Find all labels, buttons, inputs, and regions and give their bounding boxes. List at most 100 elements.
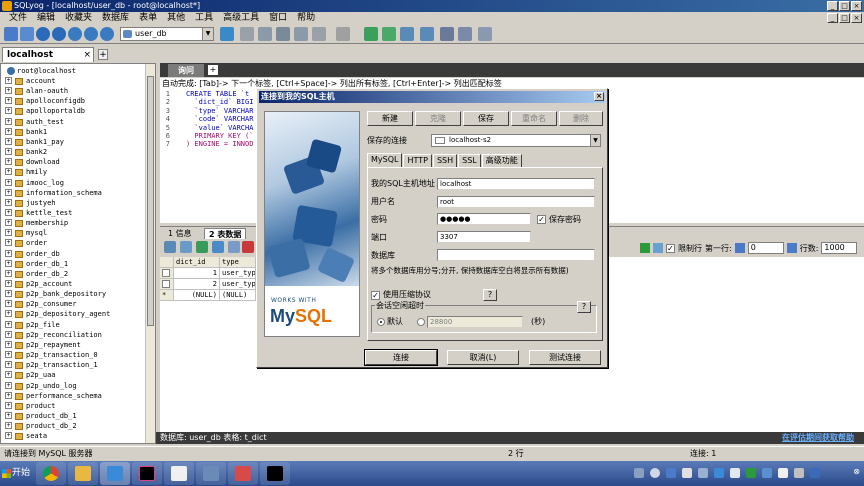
tray-shield-icon[interactable] [794,468,804,478]
test-connection-button[interactable]: 测试连接 [529,350,601,365]
limit-rows-checkbox[interactable]: ✓ [666,243,675,253]
chevron-down-icon[interactable]: ▼ [202,28,213,40]
menu-file[interactable]: 文件 [4,12,32,24]
database-input[interactable] [437,249,595,261]
port-input[interactable]: 3307 [437,231,531,243]
code-line[interactable]: `dict_id` BIGI [186,98,253,106]
row-selector[interactable]: * [160,290,174,301]
execute-all-icon[interactable] [52,27,66,41]
expand-icon[interactable]: + [5,198,12,206]
tab-query[interactable]: 询问 [168,64,204,77]
import-icon[interactable] [276,27,290,41]
tray-keyboard-icon[interactable] [634,468,644,478]
tray-power-icon[interactable]: ⊗ [853,467,860,476]
table-diagnostics-icon[interactable] [440,27,454,41]
tree-scrollbar[interactable] [145,64,155,443]
dialog-close-button[interactable]: × [594,92,604,101]
maximize-button[interactable]: □ [839,1,850,11]
expand-icon[interactable]: + [5,351,12,359]
expand-icon[interactable]: + [5,148,12,156]
code-line[interactable]: PRIMARY KEY (` [186,132,253,140]
connection-tab-localhost[interactable]: localhost × [2,47,94,62]
next-page-icon[interactable] [786,243,797,253]
expand-icon[interactable]: + [5,280,12,287]
new-connection-button[interactable]: 新建 [367,111,413,126]
tab-advanced[interactable]: 高级功能 [481,154,522,167]
rows-count-input[interactable]: 1000 [821,242,858,254]
tray-display-icon[interactable] [810,468,820,478]
close-tab-icon[interactable]: × [83,48,91,62]
previous-page-icon[interactable] [734,243,745,253]
copy-database-icon[interactable] [240,27,254,41]
data-sync-icon[interactable] [336,27,350,41]
menu-tools[interactable]: 工具 [190,12,218,24]
add-connection-tab-button[interactable]: + [98,49,108,60]
chevron-down-icon[interactable]: ▼ [590,135,600,146]
tray-update-icon[interactable] [666,468,676,478]
expand-icon[interactable]: + [5,259,12,267]
mdi-restore-button[interactable]: □ [839,13,850,23]
cell-type[interactable]: user_typ [220,268,256,279]
expand-icon[interactable]: + [5,411,12,419]
column-header-type[interactable]: type [220,257,256,268]
code-line[interactable]: `code` VARCHAR [186,115,253,123]
job-agent-icon[interactable] [420,27,434,41]
refresh-icon[interactable] [68,27,82,41]
menu-window[interactable]: 窗口 [264,12,292,24]
tray-settings-icon[interactable] [698,468,708,478]
password-input[interactable]: ●●●●● [437,213,531,225]
cancel-button[interactable]: 取消(L) [447,350,519,365]
username-input[interactable]: root [437,196,595,208]
notification-icon[interactable] [400,27,414,41]
save-password-checkbox[interactable]: ✓ [537,215,546,224]
query-builder-icon[interactable] [382,27,396,41]
timeout-default-radio[interactable] [377,318,385,326]
tray-wechat-icon[interactable] [746,468,756,478]
cell-dict-id[interactable]: (NULL) [174,290,220,301]
expand-icon[interactable]: + [5,290,12,298]
first-row-input[interactable]: 0 [747,242,784,254]
row-selector[interactable] [160,279,174,290]
add-query-tab-button[interactable]: + [208,65,218,75]
delete-connection-button[interactable]: 删除 [559,111,603,126]
row-checkbox[interactable] [162,280,170,288]
code-line[interactable]: CREATE TABLE `t [186,90,249,98]
expand-icon[interactable]: + [5,219,12,227]
tray-network-icon[interactable] [762,468,772,478]
tab-ssh[interactable]: SSH [432,154,458,167]
expand-icon[interactable]: + [5,77,12,84]
grid-view-icon[interactable] [164,241,176,253]
expand-icon[interactable]: + [5,361,12,369]
evaluation-help-link[interactable]: 在评估期间获取帮助 [782,432,854,444]
refresh-results-icon[interactable] [196,241,208,253]
stop-icon[interactable] [84,27,98,41]
expand-icon[interactable]: + [5,137,12,145]
close-button[interactable]: × [851,1,862,11]
filter-icon[interactable] [640,243,650,253]
save-connection-button[interactable]: 保存 [463,111,509,126]
start-button[interactable]: 开始 [0,464,32,483]
expand-icon[interactable]: + [5,391,12,399]
expand-icon[interactable]: + [5,87,12,95]
expand-icon[interactable]: + [5,320,12,328]
expand-icon[interactable]: + [5,158,12,166]
mdi-minimize-button[interactable]: _ [827,13,838,23]
tab-ssl[interactable]: SSL [458,154,481,167]
timeout-custom-radio[interactable] [417,318,425,326]
timeout-help-button[interactable]: ? [577,301,591,313]
menu-table[interactable]: 表单 [134,12,162,24]
save-changes-icon[interactable] [228,241,240,253]
export-results-icon[interactable] [180,241,192,253]
expand-icon[interactable]: + [5,107,12,115]
expand-icon[interactable]: + [5,330,12,338]
code-line[interactable]: `value` VARCHA [186,124,253,132]
expand-icon[interactable]: + [5,188,12,196]
expand-icon[interactable]: + [5,127,12,135]
taskbar-typora[interactable] [164,462,194,485]
clone-connection-button[interactable]: 克隆 [415,111,461,126]
compress-protocol-checkbox[interactable]: ✓ [371,291,380,300]
menu-help[interactable]: 帮助 [292,12,320,24]
row-checkbox[interactable] [162,269,170,277]
code-line[interactable]: `type` VARCHAR [186,107,253,115]
backup-icon[interactable] [258,27,272,41]
